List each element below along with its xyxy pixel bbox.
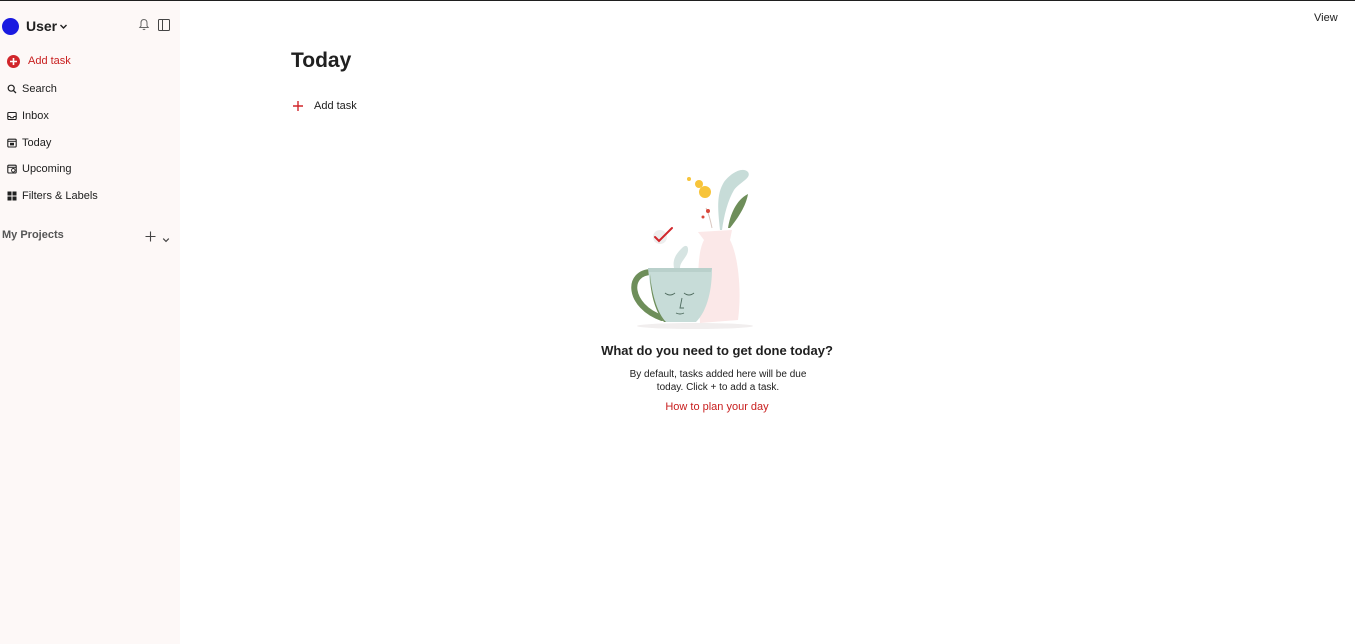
add-project-icon[interactable] (145, 229, 156, 242)
user-menu[interactable]: User (2, 16, 68, 36)
sidebar-item-label: Filters & Labels (22, 190, 98, 202)
toggle-sidebar-icon[interactable] (158, 18, 170, 31)
add-task-button[interactable]: Add task (292, 97, 357, 115)
sidebar-item-label: Upcoming (22, 163, 72, 175)
sidebar-item-search[interactable]: Search (6, 80, 57, 98)
user-name: User (26, 18, 58, 34)
empty-state-illustration (620, 160, 760, 335)
sidebar-item-upcoming[interactable]: Upcoming (6, 160, 72, 178)
my-projects-label: My Projects (2, 229, 64, 241)
view-button[interactable]: View (1308, 10, 1344, 26)
bell-icon[interactable] (138, 18, 150, 31)
sidebar-add-task-label: Add task (28, 55, 71, 67)
chevron-down-icon[interactable] (162, 231, 170, 243)
chevron-down-icon (59, 22, 68, 31)
calendar-upcoming-icon (6, 164, 17, 175)
sidebar-item-inbox[interactable]: Inbox (6, 107, 49, 125)
grid-icon (6, 191, 17, 202)
empty-state-title: What do you need to get done today? (601, 343, 833, 358)
sidebar-item-label: Today (22, 137, 52, 149)
window-top-border (0, 0, 1355, 1)
how-to-plan-link[interactable]: How to plan your day (617, 401, 817, 413)
sidebar-item-label: Inbox (22, 110, 49, 122)
calendar-today-icon (6, 138, 17, 149)
sidebar-item-label: Search (22, 83, 57, 95)
sidebar-item-today[interactable]: Today (6, 134, 51, 152)
sidebar-add-task-button[interactable]: Add task (7, 52, 71, 70)
search-icon (6, 84, 17, 95)
inbox-icon (6, 111, 17, 122)
sidebar: User Add task Search Inbox Today Upcomin… (0, 1, 180, 644)
page-title: Today (291, 49, 352, 72)
add-task-label: Add task (314, 100, 357, 112)
avatar (2, 17, 19, 35)
empty-state-description: By default, tasks added here will be due… (629, 369, 807, 393)
sidebar-item-filters-labels[interactable]: Filters & Labels (6, 187, 98, 205)
plus-icon (292, 100, 304, 112)
my-projects-header[interactable]: My Projects (2, 226, 172, 244)
plus-circle-icon (7, 54, 20, 68)
